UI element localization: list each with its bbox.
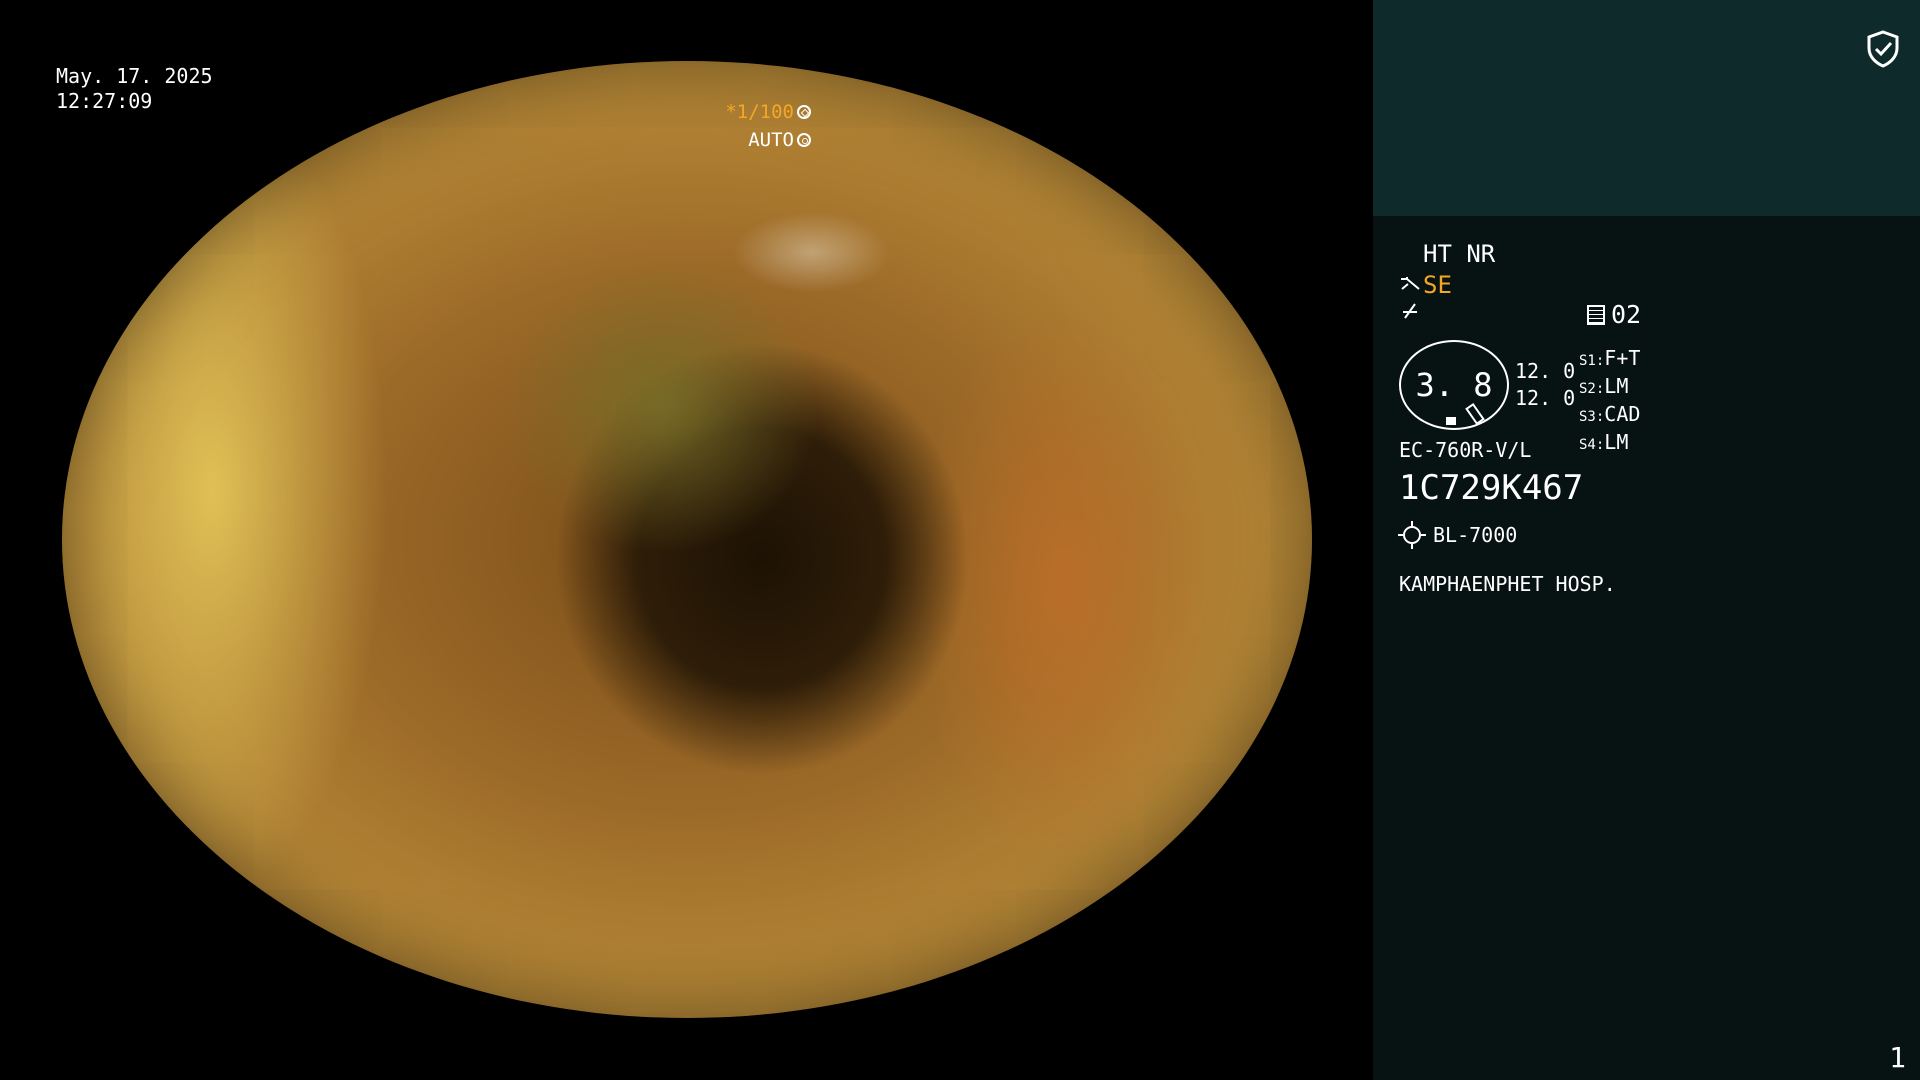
info-panel: HT NR SE 02 3. 8 12. 0 12. 0 S1:F+T S2:L… (1373, 0, 1920, 1080)
value-1: 12. 0 (1515, 359, 1576, 383)
scope-serial: 1C729K467 (1399, 468, 1584, 508)
endoscopic-image (62, 61, 1312, 1018)
panel-header (1373, 0, 1920, 216)
shield-check-icon (1866, 30, 1900, 68)
s-setting-item: S3:CAD (1579, 402, 1641, 426)
se-label: SE (1423, 271, 1452, 299)
shutter-icon (797, 105, 811, 119)
iris-mode: AUTO (748, 129, 794, 151)
page-number: 1 (1889, 1041, 1906, 1074)
color-enhance-icon (1399, 300, 1421, 328)
date-text: May. 17. 2025 (56, 64, 213, 88)
endoscope-view: May. 17. 2025 12:27:09 *1/100 AUTO (0, 0, 1373, 1080)
gauge-mark (1446, 417, 1456, 425)
memory-icon (1587, 304, 1605, 325)
memory-count: 02 (1611, 300, 1642, 329)
s-setting-item: S2:LM (1579, 374, 1629, 398)
hospital-name: KAMPHAENPHET HOSP. (1399, 572, 1616, 596)
enhancement-icon (1399, 271, 1421, 299)
light-source: BL-7000 (1433, 523, 1518, 547)
value-2: 12. 0 (1515, 386, 1576, 410)
light-source-icon (1398, 521, 1426, 549)
iris-icon (797, 133, 811, 147)
zoom-gauge-block: 3. 8 12. 0 12. 0 S1:F+T S2:LM S3:CAD S4:… (1399, 340, 1899, 454)
exposure-overlay: *1/100 AUTO (725, 98, 811, 154)
ht-nr-label: HT NR (1423, 240, 1496, 268)
date-time-overlay: May. 17. 2025 12:27:09 (56, 64, 213, 114)
time-text: 12:27:09 (56, 89, 153, 113)
gauge-value: 3. 8 (1415, 366, 1493, 404)
scope-model: EC-760R-V/L (1399, 438, 1532, 462)
s-setting-item: S4:LM (1579, 430, 1629, 454)
shutter-speed: *1/100 (725, 101, 794, 123)
s-setting-item: S1:F+T (1579, 346, 1641, 370)
s-settings-list: S1:F+T S2:LM S3:CAD S4:LM (1579, 346, 1640, 458)
